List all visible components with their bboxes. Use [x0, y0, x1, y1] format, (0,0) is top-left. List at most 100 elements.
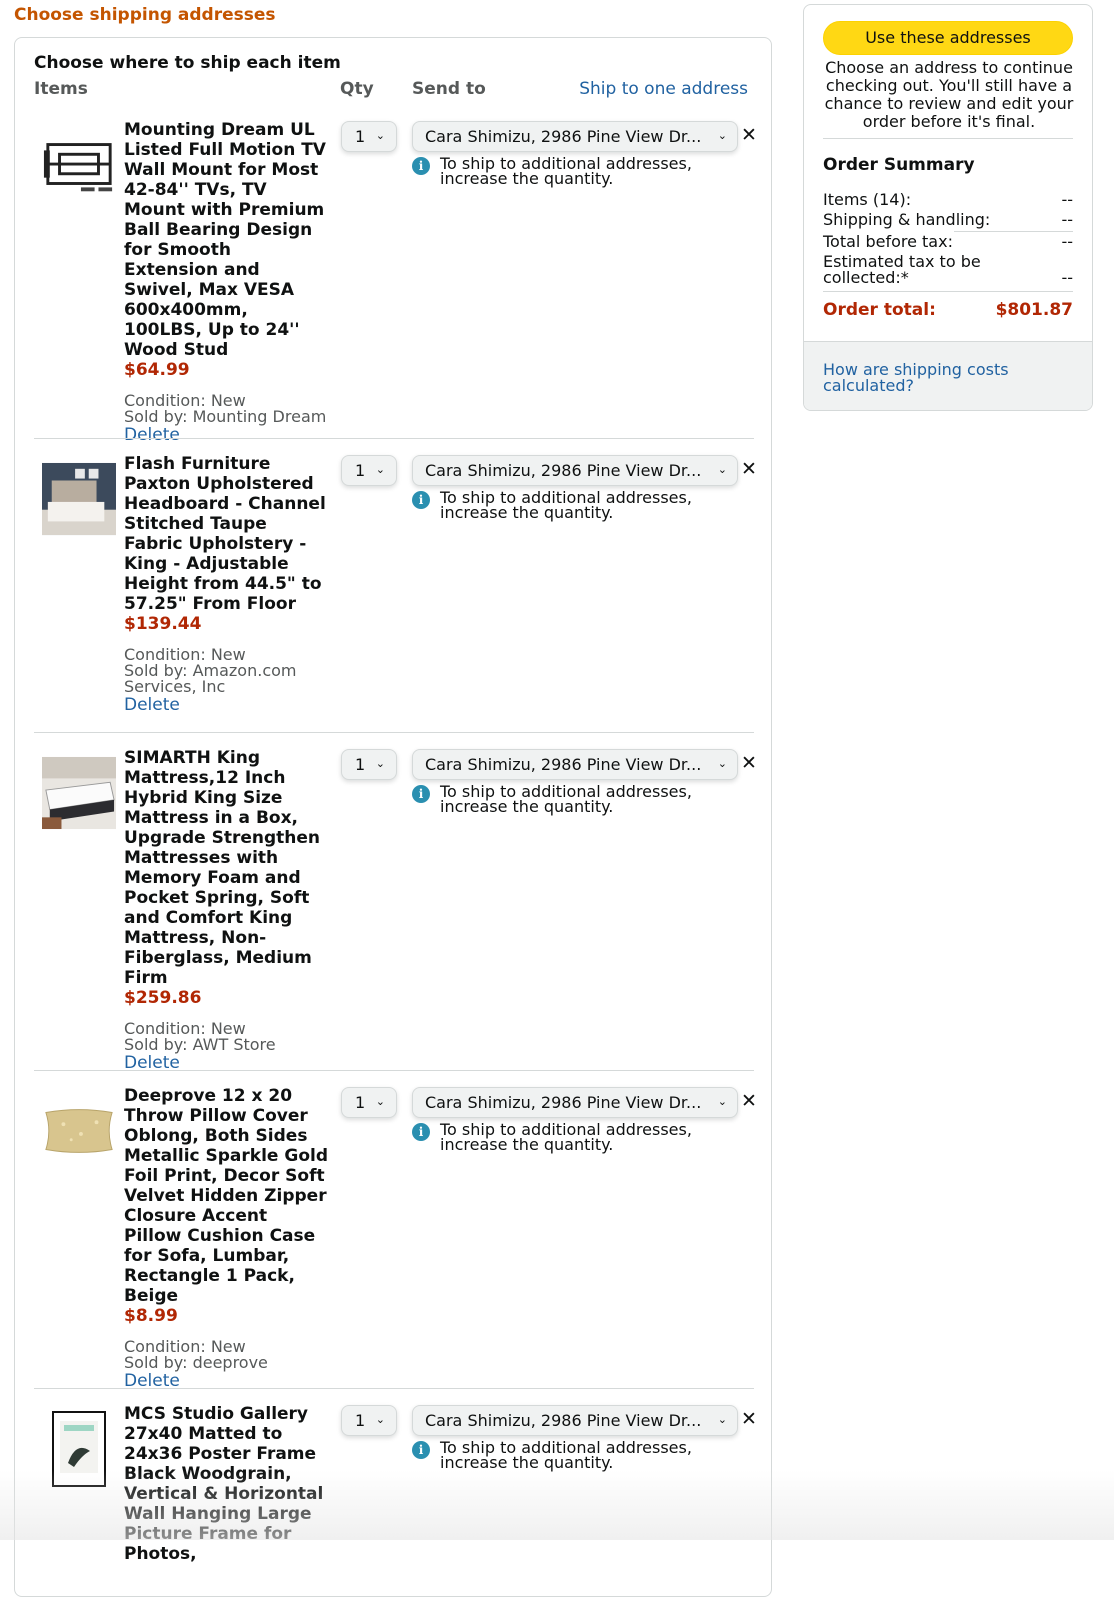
divider	[34, 438, 754, 439]
pillow-image[interactable]	[42, 1094, 116, 1168]
chevron-down-icon: ⌄	[375, 463, 385, 476]
summary-line-tax: Estimated tax to be collected:* --	[823, 254, 1073, 288]
quantity-select[interactable]: 1 ⌄	[341, 749, 397, 780]
section-heading: Choose where to ship each item	[34, 53, 341, 73]
address-value: Cara Shimizu, 2986 Pine View Dr...	[425, 461, 702, 480]
address-value: Cara Shimizu, 2986 Pine View Dr...	[425, 1093, 702, 1112]
order-summary-title: Order Summary	[823, 155, 975, 175]
item-price: $8.99	[124, 1306, 178, 1326]
list-item: Deeprove 12 x 20 Throw Pillow Cover Oblo…	[34, 1086, 757, 1391]
use-these-addresses-button[interactable]: Use these addresses	[823, 21, 1073, 55]
quantity-select[interactable]: 1 ⌄	[341, 1087, 397, 1118]
item-price: $64.99	[124, 360, 190, 380]
headboard-image[interactable]	[42, 462, 116, 536]
divider	[823, 291, 1073, 292]
checkout-description: Choose an address to continue checking o…	[824, 58, 1074, 131]
chevron-down-icon: ⌄	[717, 1413, 727, 1426]
info-note: To ship to additional addresses, increas…	[440, 1438, 692, 1472]
info-icon: i	[412, 1441, 430, 1459]
info-note: To ship to additional addresses, increas…	[440, 782, 692, 816]
summary-amount: --	[1061, 210, 1073, 229]
chevron-down-icon: ⌄	[717, 463, 727, 476]
summary-label: Items (14):	[823, 190, 912, 209]
info-note: To ship to additional addresses, increas…	[440, 154, 692, 188]
summary-label: Total before tax:	[823, 232, 953, 251]
item-seller: Sold by: AWT Store	[124, 1035, 276, 1054]
order-summary-panel: Use these addresses Choose an address to…	[803, 4, 1093, 411]
close-icon[interactable]: ✕	[740, 122, 758, 148]
item-price: $139.44	[124, 614, 202, 634]
ship-to-one-address-link[interactable]: Ship to one address	[579, 79, 748, 99]
chevron-down-icon: ⌄	[717, 757, 727, 770]
address-select[interactable]: Cara Shimizu, 2986 Pine View Dr... ⌄	[412, 455, 738, 486]
order-total-amount: $801.87	[995, 300, 1073, 320]
address-value: Cara Shimizu, 2986 Pine View Dr...	[425, 755, 702, 774]
chevron-down-icon: ⌄	[375, 129, 385, 142]
close-icon[interactable]: ✕	[740, 750, 758, 776]
quantity-value: 1	[355, 755, 366, 774]
address-select[interactable]: Cara Shimizu, 2986 Pine View Dr... ⌄	[412, 121, 738, 152]
order-total-label: Order total:	[823, 300, 936, 320]
item-price: $259.86	[124, 988, 202, 1008]
item-seller: Sold by: Amazon.com Services, Inc	[124, 661, 297, 696]
address-select[interactable]: Cara Shimizu, 2986 Pine View Dr... ⌄	[412, 1087, 738, 1118]
quantity-select[interactable]: 1 ⌄	[341, 1405, 397, 1436]
summary-amount: --	[1061, 232, 1073, 251]
divider	[34, 1388, 754, 1389]
info-icon: i	[412, 785, 430, 803]
quantity-value: 1	[355, 1411, 366, 1430]
order-total: Order total: $801.87	[823, 300, 1073, 320]
item-title[interactable]: Mounting Dream UL Listed Full Motion TV …	[124, 120, 330, 360]
shipping-info-footer: How are shipping costs calculated?	[804, 341, 1092, 410]
info-icon: i	[412, 1123, 430, 1141]
quantity-select[interactable]: 1 ⌄	[341, 455, 397, 486]
address-select[interactable]: Cara Shimizu, 2986 Pine View Dr... ⌄	[412, 749, 738, 780]
divider	[34, 732, 754, 733]
item-title[interactable]: Flash Furniture Paxton Upholstered Headb…	[124, 454, 330, 614]
poster-frame-image[interactable]	[42, 1411, 116, 1487]
list-item: SIMARTH King Mattress,12 Inch Hybrid Kin…	[34, 748, 757, 1073]
address-select[interactable]: Cara Shimizu, 2986 Pine View Dr... ⌄	[412, 1405, 738, 1436]
summary-label: Estimated tax to be collected:*	[823, 252, 981, 287]
chevron-down-icon: ⌄	[375, 1413, 385, 1426]
info-note: To ship to additional addresses, increas…	[440, 488, 692, 522]
chevron-down-icon: ⌄	[717, 1095, 727, 1108]
delete-link[interactable]: Delete	[124, 425, 330, 445]
tv-mount-image[interactable]	[42, 128, 116, 202]
item-title[interactable]: Deeprove 12 x 20 Throw Pillow Cover Oblo…	[124, 1086, 330, 1306]
quantity-value: 1	[355, 461, 366, 480]
address-value: Cara Shimizu, 2986 Pine View Dr...	[425, 1411, 702, 1430]
page-title: Choose shipping addresses	[14, 5, 276, 25]
divider	[34, 1070, 754, 1071]
info-note: To ship to additional addresses, increas…	[440, 1120, 692, 1154]
quantity-value: 1	[355, 1093, 366, 1112]
chevron-down-icon: ⌄	[375, 1095, 385, 1108]
quantity-select[interactable]: 1 ⌄	[341, 121, 397, 152]
info-icon: i	[412, 491, 430, 509]
divider	[823, 138, 1073, 139]
quantity-value: 1	[355, 127, 366, 146]
divider	[954, 231, 1073, 232]
list-item: MCS Studio Gallery 27x40 Matted to 24x36…	[34, 1404, 757, 1564]
summary-amount: --	[1061, 190, 1073, 209]
list-item: Mounting Dream UL Listed Full Motion TV …	[34, 120, 757, 445]
chevron-down-icon: ⌄	[717, 129, 727, 142]
list-item: Flash Furniture Paxton Upholstered Headb…	[34, 454, 757, 733]
address-value: Cara Shimizu, 2986 Pine View Dr...	[425, 127, 702, 146]
close-icon[interactable]: ✕	[740, 1088, 758, 1114]
column-items: Items	[34, 79, 88, 99]
item-title[interactable]: MCS Studio Gallery 27x40 Matted to 24x36…	[124, 1404, 330, 1564]
column-send-to: Send to	[412, 79, 486, 99]
close-icon[interactable]: ✕	[740, 456, 758, 482]
mattress-image[interactable]	[42, 756, 116, 830]
item-seller: Sold by: Mounting Dream	[124, 407, 327, 426]
summary-label: Shipping & handling:	[823, 210, 991, 229]
chevron-down-icon: ⌄	[375, 757, 385, 770]
item-seller: Sold by: deeprove	[124, 1353, 268, 1372]
column-qty: Qty	[340, 79, 374, 99]
close-icon[interactable]: ✕	[740, 1406, 758, 1432]
shipping-costs-link[interactable]: How are shipping costs calculated?	[823, 362, 1063, 394]
delete-link[interactable]: Delete	[124, 695, 330, 715]
info-icon: i	[412, 157, 430, 175]
item-title[interactable]: SIMARTH King Mattress,12 Inch Hybrid Kin…	[124, 748, 330, 988]
